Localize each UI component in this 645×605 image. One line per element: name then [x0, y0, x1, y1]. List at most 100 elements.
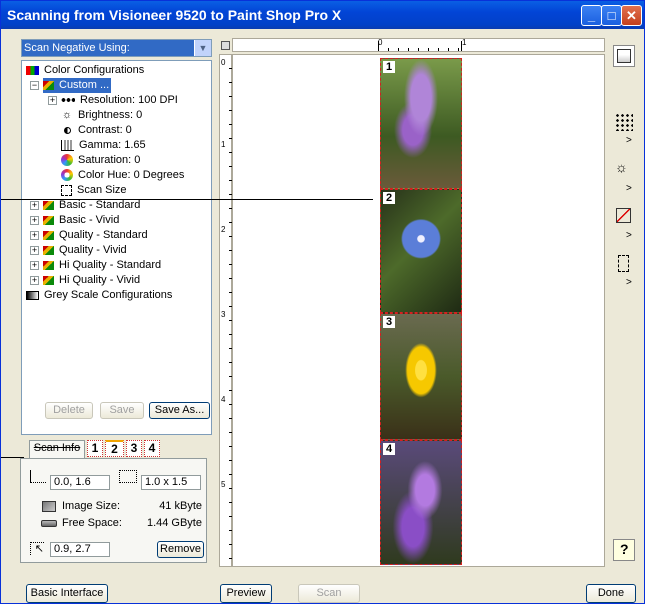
- scan-using-dropdown[interactable]: Scan Negative Using: ▼: [21, 39, 212, 57]
- minimize-button[interactable]: _: [581, 5, 602, 26]
- expand-icon[interactable]: +: [48, 96, 57, 105]
- tree-item-label: Saturation: 0: [78, 154, 141, 166]
- tree-item-basic-standard[interactable]: Basic - Standard: [43, 198, 140, 213]
- origin-field[interactable]: 0.0, 1.6: [50, 475, 110, 490]
- tree-item-contrast[interactable]: Contrast: 0: [61, 123, 132, 138]
- film-frame-2[interactable]: 2: [380, 189, 462, 313]
- horizontal-ruler: 0 1: [232, 38, 605, 52]
- tree-item-hi-quality-standard[interactable]: Hi Quality - Standard: [43, 258, 161, 273]
- ruler-v-label-0: 0: [221, 58, 226, 67]
- tree-item-scan-size[interactable]: Scan Size: [61, 183, 127, 198]
- tree-item-label: Custom ...: [59, 79, 110, 91]
- tab-scan-info[interactable]: Scan Info: [29, 440, 85, 459]
- preview-area[interactable]: 1 2 3 4: [232, 54, 605, 567]
- tree-item-label: Hi Quality - Vivid: [59, 274, 141, 286]
- ruler-v-label-4: 4: [221, 395, 226, 404]
- film-frame-4[interactable]: 4: [380, 440, 462, 565]
- tree-item-label: Hi Quality - Standard: [59, 259, 162, 271]
- expand-icon[interactable]: +: [30, 231, 39, 240]
- halftone-icon[interactable]: >: [613, 111, 635, 149]
- origin-icon: [30, 470, 46, 483]
- config-folder-icon: [43, 260, 54, 270]
- configuration-tree[interactable]: Color Configurations − Custom ... + Reso…: [21, 60, 212, 435]
- tree-item-custom[interactable]: Custom ...: [43, 78, 112, 93]
- tree-item-quality-standard[interactable]: Quality - Standard: [43, 228, 148, 243]
- tree-item-color-hue[interactable]: Color Hue: 0 Degrees: [61, 168, 184, 183]
- ruler-ticks: [378, 41, 462, 51]
- done-button[interactable]: Done: [586, 584, 636, 603]
- ruler-units-icon: [221, 41, 230, 50]
- ruler-label-1: 1: [462, 38, 467, 47]
- tree-item-label: Brightness: 0: [78, 109, 143, 121]
- contrast-icon: [64, 126, 71, 134]
- preview-button[interactable]: Preview: [220, 584, 272, 603]
- image-size-value: 41 kByte: [159, 500, 202, 512]
- tree-item-brightness[interactable]: ☼ Brightness: 0: [61, 108, 142, 123]
- config-folder-icon: [43, 80, 54, 90]
- scanner-window: Scanning from Visioneer 9520 to Paint Sh…: [0, 0, 645, 604]
- document-properties-icon[interactable]: [613, 45, 635, 67]
- scan-size-icon[interactable]: >: [613, 253, 635, 291]
- delete-button[interactable]: Delete: [45, 402, 93, 419]
- ruler-v-label-1: 1: [221, 140, 226, 149]
- expand-icon[interactable]: +: [30, 201, 39, 210]
- tree-item-quality-vivid[interactable]: Quality - Vivid: [43, 243, 127, 258]
- tree-item-label: Contrast: 0: [78, 124, 132, 136]
- scan-button[interactable]: Scan: [298, 584, 360, 603]
- config-folder-icon: [43, 275, 54, 285]
- tree-item-color-configurations[interactable]: Color Configurations: [26, 63, 144, 78]
- brightness-contrast-icon[interactable]: ☼ >: [613, 159, 635, 197]
- tree-item-label: Resolution: 100 DPI: [80, 94, 178, 106]
- free-space-label: Free Space:: [62, 517, 122, 529]
- basic-interface-button[interactable]: Basic Interface: [26, 584, 108, 603]
- save-button[interactable]: Save: [100, 402, 144, 419]
- expand-icon[interactable]: +: [30, 276, 39, 285]
- tree-item-saturation[interactable]: Saturation: 0: [61, 153, 140, 168]
- save-as-button[interactable]: Save As...: [149, 402, 210, 419]
- expand-icon[interactable]: +: [30, 261, 39, 270]
- maximize-icon: □: [607, 8, 616, 23]
- tree-item-label: Quality - Vivid: [59, 244, 127, 256]
- tree-item-grey-scale[interactable]: Grey Scale Configurations: [26, 288, 172, 303]
- config-folder-icon: [43, 230, 54, 240]
- tab-frame-2[interactable]: 2: [105, 440, 124, 457]
- config-folder-icon: [43, 245, 54, 255]
- frame-number-1: 1: [383, 61, 395, 73]
- config-folder-icon: [43, 200, 54, 210]
- tree-item-label: Basic - Vivid: [59, 214, 120, 226]
- expand-icon[interactable]: +: [30, 216, 39, 225]
- tab-frame-1[interactable]: 1: [87, 440, 103, 457]
- tab-frame-4[interactable]: 4: [144, 440, 160, 457]
- help-icon[interactable]: ?: [613, 539, 635, 561]
- drive-icon: [41, 520, 57, 527]
- ruler-v-label-2: 2: [221, 225, 226, 234]
- vertical-ruler: 0 1 2 3 4 5: [219, 54, 232, 567]
- tree-item-resolution[interactable]: Resolution: 100 DPI: [61, 93, 178, 108]
- tree-item-basic-vivid[interactable]: Basic - Vivid: [43, 213, 119, 228]
- ruler-v-label-5: 5: [221, 480, 226, 489]
- grey-scale-icon: [26, 290, 39, 300]
- cursor-position-field: 0.9, 2.7: [50, 542, 110, 557]
- resolution-icon: [61, 97, 75, 104]
- remove-button[interactable]: Remove: [157, 541, 204, 558]
- title-bar[interactable]: Scanning from Visioneer 9520 to Paint Sh…: [1, 1, 644, 29]
- size-icon: [119, 470, 137, 483]
- tree-item-hi-quality-vivid[interactable]: Hi Quality - Vivid: [43, 273, 140, 288]
- maximize-button[interactable]: □: [601, 5, 622, 26]
- tree-item-label: Color Configurations: [44, 64, 145, 76]
- ruler-corner[interactable]: [219, 38, 232, 54]
- tab-frame-3[interactable]: 3: [126, 440, 142, 457]
- chevron-down-icon[interactable]: ▼: [194, 40, 211, 56]
- minimize-icon: _: [587, 8, 596, 23]
- color-curve-icon[interactable]: >: [613, 206, 635, 244]
- close-button[interactable]: ✕: [621, 5, 642, 26]
- cursor-position-icon: ↖: [30, 542, 44, 555]
- collapse-icon[interactable]: −: [30, 81, 39, 90]
- size-field[interactable]: 1.0 x 1.5: [141, 475, 201, 490]
- film-frame-3[interactable]: 3: [380, 313, 462, 440]
- tree-item-gamma[interactable]: Gamma: 1.65: [61, 138, 146, 153]
- tree-item-label: Quality - Standard: [59, 229, 148, 241]
- expand-icon[interactable]: +: [30, 246, 39, 255]
- film-frame-1[interactable]: 1: [380, 58, 462, 189]
- gamma-chart-icon: [61, 139, 74, 151]
